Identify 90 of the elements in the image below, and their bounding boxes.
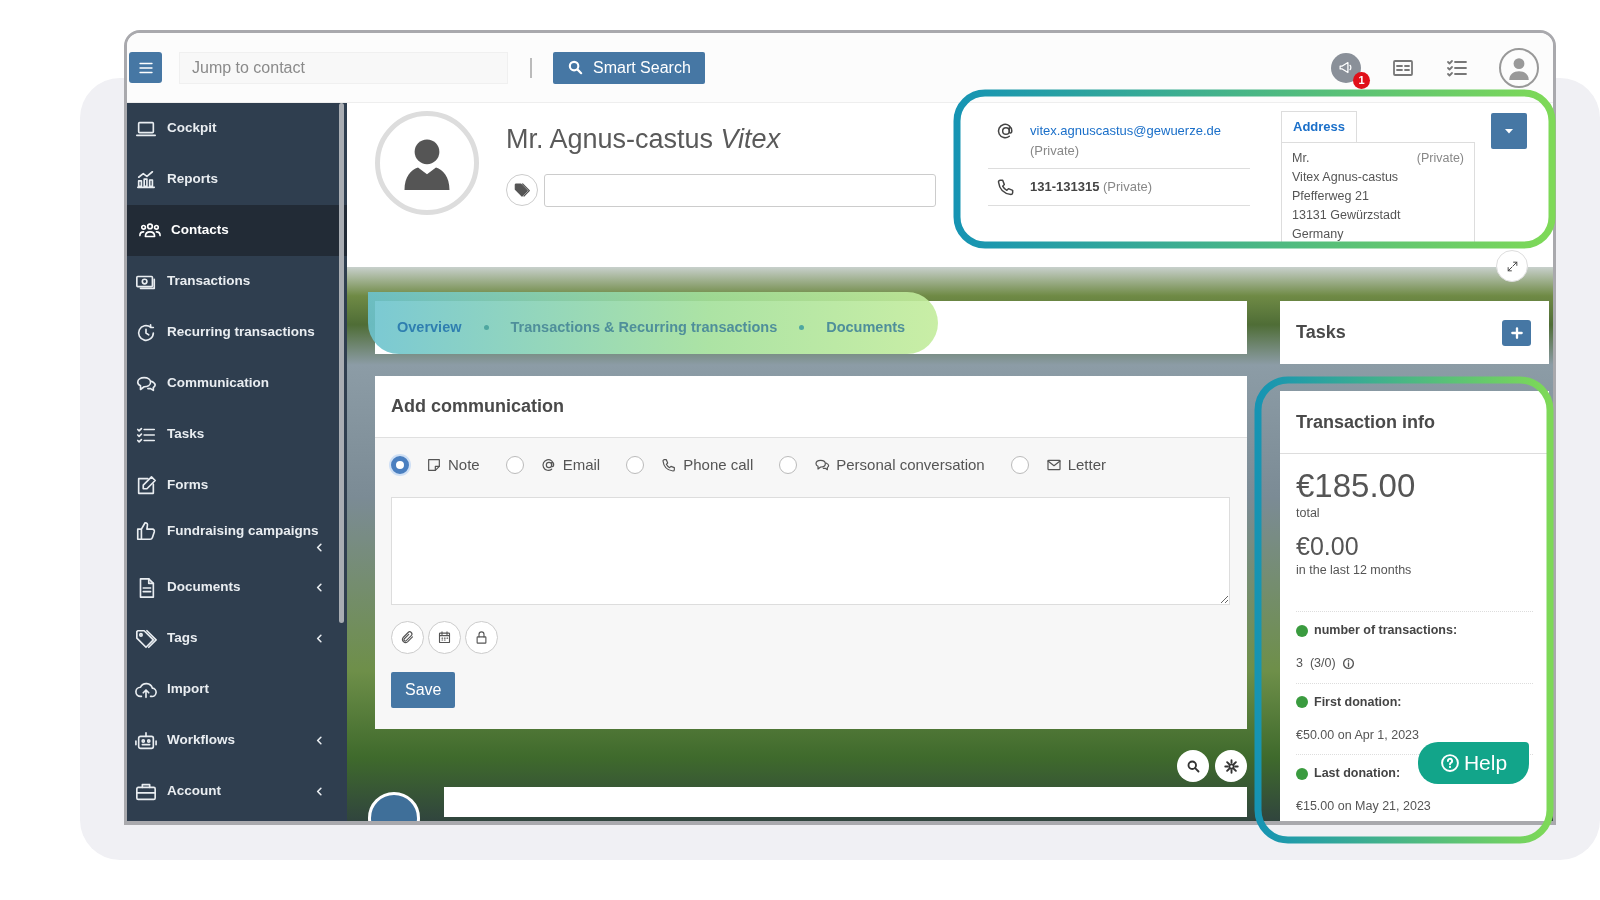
search-field[interactable]: Jump to contact: [179, 51, 508, 84]
sidebar-item[interactable]: Contacts: [127, 205, 347, 256]
radio-label: Personal conversation: [836, 455, 985, 475]
radio-button[interactable]: [505, 456, 524, 475]
paperclip-icon: [400, 629, 415, 645]
tag-icon: [135, 627, 157, 650]
address-line: 13131 Gewürzstadt: [1292, 206, 1402, 224]
card-title: Add communication: [375, 376, 1247, 438]
search-icon: [1185, 758, 1201, 774]
notification-badge: 1: [1353, 71, 1370, 89]
thumbs-up-icon: [135, 520, 157, 542]
expand-icon: [1505, 259, 1519, 273]
sidebar-item[interactable]: Fundraising campaigns: [127, 511, 347, 562]
settings-button[interactable]: [1215, 750, 1247, 782]
robot-icon: [135, 729, 157, 752]
contact-type-label: (Private): [1030, 141, 1081, 160]
at-sign-icon: [540, 457, 557, 474]
stat-value: €50.00 on Apr 1, 2023: [1296, 726, 1420, 744]
sidebar-item[interactable]: Tasks: [127, 409, 347, 460]
email-link[interactable]: vitex.agnuscastus@gewuerze.de: [1030, 123, 1221, 138]
sidebar-item[interactable]: Cockpit: [127, 103, 347, 154]
radio-button[interactable]: [1010, 456, 1029, 475]
sidebar-item[interactable]: Account: [127, 766, 347, 817]
amount-label: in the last 12 months: [1296, 561, 1413, 579]
tag-icon: [514, 182, 530, 198]
status-dot: [1296, 767, 1308, 780]
megaphone-button[interactable]: [1331, 52, 1361, 83]
separator-dot: [799, 325, 805, 330]
address-line: Mr.: [1292, 149, 1310, 167]
radio-button[interactable]: [779, 456, 798, 475]
lock-icon: [474, 629, 489, 645]
sidebar-item[interactable]: Tags: [127, 613, 347, 664]
card-title: Tasks: [1296, 321, 1346, 344]
radio-label: Phone call: [683, 455, 754, 475]
sidebar-item[interactable]: Import: [127, 664, 347, 715]
status-dot: [1296, 624, 1308, 637]
sidebar-item[interactable]: Documents: [127, 562, 347, 613]
stat-label: number of transactions:: [1314, 622, 1458, 640]
gear-icon: [1223, 758, 1239, 774]
radio-button[interactable]: [391, 456, 409, 475]
lock-button[interactable]: [465, 620, 498, 654]
phone-number: 131-131315 (Private): [1030, 179, 1153, 194]
search-button[interactable]: [1177, 750, 1209, 782]
menu-button[interactable]: [129, 52, 162, 83]
address-tab[interactable]: Address: [1281, 111, 1358, 142]
save-button[interactable]: Save: [391, 671, 456, 708]
address-type-label: (Private): [1416, 149, 1464, 167]
phone-icon: [996, 177, 1016, 197]
phone-icon: [661, 457, 678, 474]
address-line: Vitex Agnus-castus: [1292, 168, 1400, 186]
add-task-button[interactable]: [1502, 319, 1531, 346]
question-circle-icon: [1439, 753, 1460, 773]
contact-name: Mr. Agnus-castus Vitex: [506, 123, 782, 156]
scrollbar[interactable]: [339, 103, 344, 623]
recent-amount: €0.00: [1296, 533, 1360, 561]
search-icon: [567, 59, 584, 76]
calendar-button[interactable]: [428, 620, 461, 654]
edit-icon: [135, 474, 157, 497]
sidebar-item[interactable]: Workflows: [127, 715, 347, 766]
note-icon: [426, 457, 442, 474]
user-avatar[interactable]: [1499, 47, 1539, 88]
radio-label: Note: [448, 455, 480, 475]
stat-label: Last donation:: [1314, 765, 1401, 783]
radio-label: Email: [562, 455, 601, 475]
tags-field[interactable]: [544, 173, 936, 207]
smart-search-button[interactable]: Smart Search: [553, 51, 705, 84]
sidebar-item[interactable]: Transactions: [127, 256, 347, 307]
address-line: Germany: [1292, 225, 1345, 243]
calendar-icon: [437, 629, 452, 645]
info-icon[interactable]: [1341, 656, 1355, 670]
separator-dot: [483, 325, 489, 330]
stat-label: First donation:: [1314, 693, 1402, 711]
total-amount: €185.00: [1296, 468, 1417, 505]
tag-button[interactable]: [506, 174, 538, 206]
sidebar-item[interactable]: Communication: [127, 358, 347, 409]
amount-label: total: [1296, 505, 1321, 523]
chart-icon: [135, 168, 157, 191]
stat-value: €15.00 on May 21, 2023: [1296, 798, 1431, 816]
sidebar-item[interactable]: Reports: [127, 154, 347, 205]
sidebar-item[interactable]: Forms: [127, 460, 347, 511]
radio-label: Letter: [1067, 455, 1107, 475]
stat-value: 3 (3/0): [1296, 655, 1336, 673]
address-line: Pfefferweg 21: [1292, 187, 1370, 205]
radio-button[interactable]: [626, 456, 645, 475]
sidebar-item[interactable]: Recurring transactions: [127, 307, 347, 358]
clock-icon: [135, 321, 157, 344]
plus-icon: [1509, 325, 1524, 340]
attach-button[interactable]: [391, 620, 424, 654]
card-title: Transaction info: [1280, 391, 1549, 454]
status-dot: [1296, 696, 1308, 709]
